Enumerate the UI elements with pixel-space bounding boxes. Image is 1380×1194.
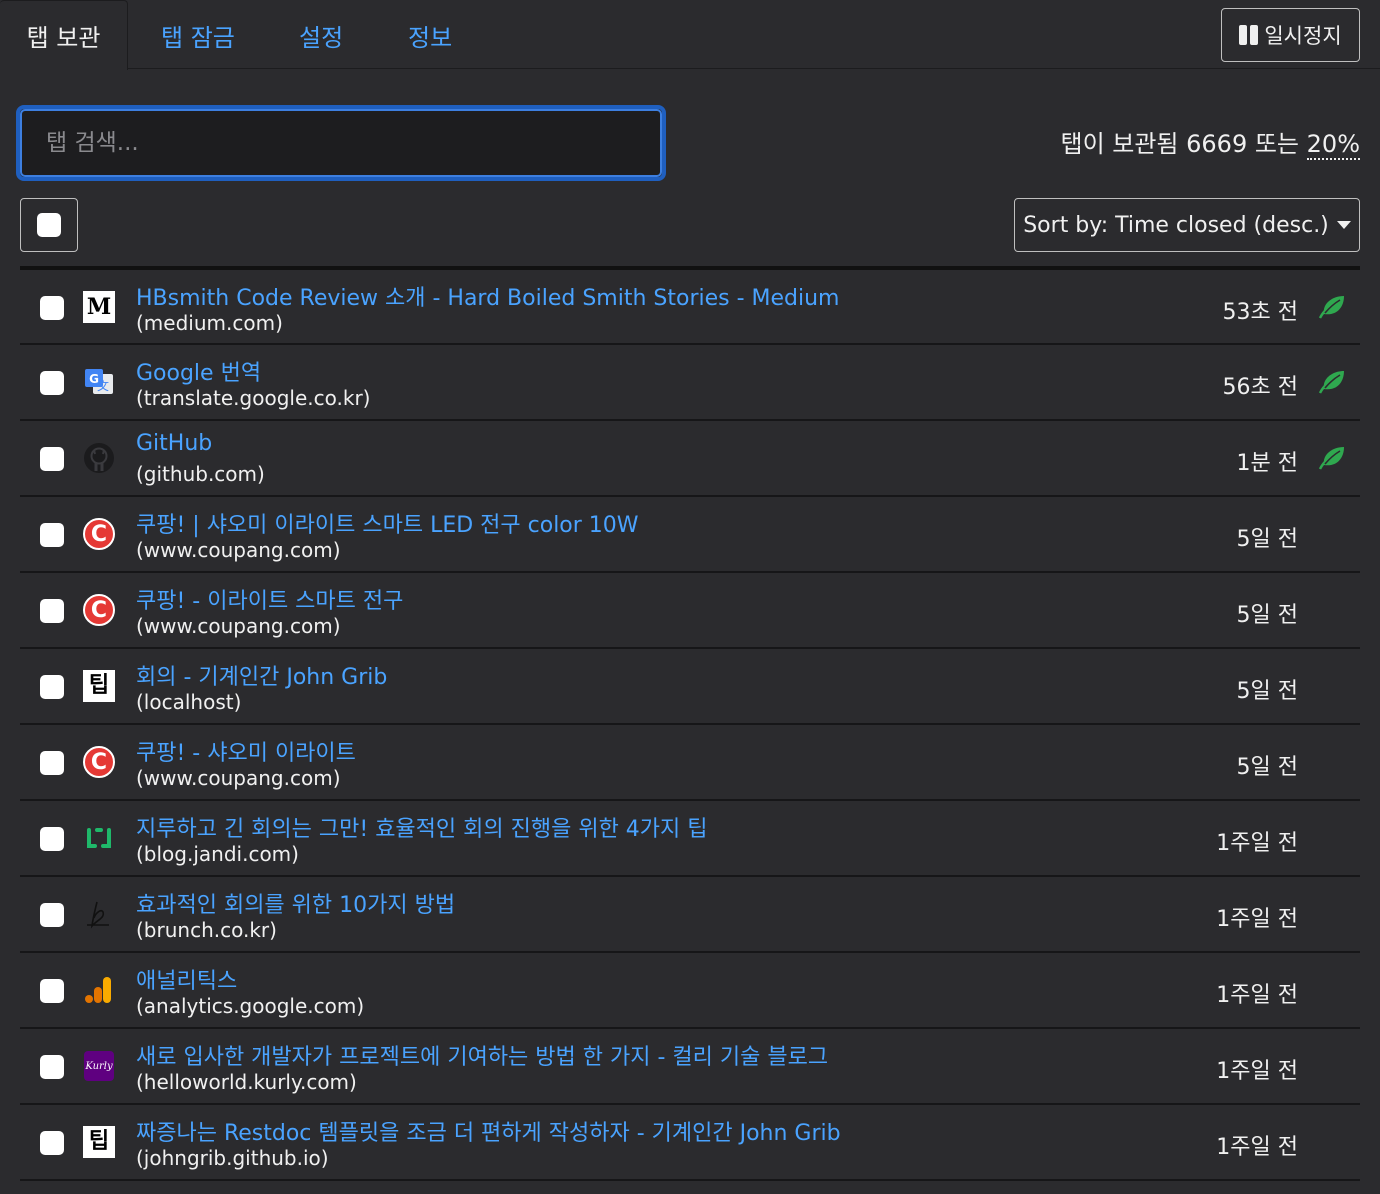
tab-settings[interactable]: 설정 — [299, 0, 343, 70]
row-checkbox[interactable] — [40, 1055, 64, 1079]
tab-row: 애널리틱스 (analytics.google.com) 1주일 전 — [20, 953, 1360, 1029]
kurly-icon: Kurly — [82, 1049, 116, 1083]
row-checkbox[interactable] — [40, 979, 64, 1003]
closed-time: 1주일 전 — [1216, 907, 1298, 932]
closed-time: 5일 전 — [1236, 603, 1298, 628]
row-checkbox[interactable] — [40, 296, 64, 320]
stash-count-prefix: 탭이 보관됨 6669 또는 — [1060, 130, 1300, 158]
tip-icon: 팁 — [82, 669, 116, 703]
jandi-icon — [82, 821, 116, 855]
tab-title-link[interactable]: 쿠팡! | 샤오미 이라이트 스마트 LED 전구 color 10W — [136, 507, 639, 539]
caret-down-icon — [1336, 221, 1351, 229]
tab-domain: (helloworld.kurly.com) — [136, 1070, 357, 1094]
tab-domain: (analytics.google.com) — [136, 994, 365, 1018]
row-checkbox[interactable] — [40, 1131, 64, 1155]
closed-time: 5일 전 — [1236, 679, 1298, 704]
row-checkbox[interactable] — [40, 903, 64, 927]
row-checkbox[interactable] — [40, 523, 64, 547]
tab-title-link[interactable]: 쿠팡! - 샤오미 이라이트 — [136, 735, 356, 767]
tab-row: 팁 회의 - 기계인간 John Grib (localhost) 5일 전 — [20, 649, 1360, 725]
select-all-checkbox[interactable] — [20, 198, 78, 252]
google-translate-icon: 文G — [82, 365, 116, 399]
brunch-icon — [82, 897, 116, 931]
pause-button-label: 일시정지 — [1264, 24, 1342, 48]
tab-domain: (blog.jandi.com) — [136, 842, 299, 866]
pause-icon — [1239, 25, 1259, 45]
closed-time: 1주일 전 — [1216, 1059, 1298, 1084]
tab-title-link[interactable]: 지루하고 긴 회의는 그만! 효율적인 회의 진행을 위한 4가지 팁 — [136, 811, 708, 843]
leaf-icon[interactable] — [1316, 445, 1346, 475]
tab-domain: (www.coupang.com) — [136, 766, 341, 790]
tab-domain: (github.com) — [136, 462, 265, 486]
row-checkbox[interactable] — [40, 371, 64, 395]
tab-lock[interactable]: 탭 잠금 — [161, 0, 235, 70]
row-checkbox[interactable] — [40, 675, 64, 699]
analytics-icon — [82, 973, 116, 1007]
tab-title-link[interactable]: 짜증나는 Restdoc 템플릿을 조금 더 편하게 작성하자 - 기계인간 J… — [136, 1115, 841, 1147]
tab-title-link[interactable]: 회의 - 기계인간 John Grib — [136, 659, 387, 691]
search-input[interactable] — [20, 109, 662, 177]
stash-percent: 20% — [1306, 130, 1360, 160]
tab-title-link[interactable]: 쿠팡! - 이라이트 스마트 전구 — [136, 583, 403, 615]
tab-domain: (www.coupang.com) — [136, 538, 341, 562]
closed-time: 56초 전 — [1222, 375, 1298, 400]
stash-count-text: 탭이 보관됨 6669 또는 20% — [1060, 124, 1360, 160]
tab-stash[interactable]: 탭 보관 — [0, 0, 128, 70]
coupang-icon: C — [82, 745, 116, 779]
closed-time: 1주일 전 — [1216, 1135, 1298, 1160]
closed-time: 5일 전 — [1236, 755, 1298, 780]
checkbox-box — [37, 213, 61, 237]
sort-label: Sort by: Time closed (desc.) — [1023, 212, 1329, 238]
svg-text:G: G — [89, 372, 99, 386]
github-icon — [82, 441, 116, 475]
row-checkbox[interactable] — [40, 599, 64, 623]
tab-domain: (johngrib.github.io) — [136, 1146, 329, 1170]
closed-time: 53초 전 — [1222, 300, 1298, 325]
row-checkbox[interactable] — [40, 447, 64, 471]
tab-row: Kurly 새로 입사한 개발자가 프로젝트에 기여하는 방법 한 가지 - 컬리… — [20, 1029, 1360, 1105]
coupang-icon: C — [82, 517, 116, 551]
search-field-focus-ring — [16, 105, 666, 181]
closed-time: 1분 전 — [1236, 451, 1298, 476]
tab-row: 지루하고 긴 회의는 그만! 효율적인 회의 진행을 위한 4가지 팁 (blog… — [20, 801, 1360, 877]
coupang-icon: C — [82, 593, 116, 627]
medium-icon: M — [82, 290, 116, 324]
tab-title-link[interactable]: Google 번역 — [136, 355, 261, 387]
tab-row: GitHub (github.com) 1분 전 — [20, 421, 1360, 497]
tab-row: M HBsmith Code Review 소개 - Hard Boiled Sm… — [20, 270, 1360, 345]
sort-dropdown[interactable]: Sort by: Time closed (desc.) — [1014, 198, 1360, 252]
tab-domain: (medium.com) — [136, 311, 283, 335]
row-checkbox[interactable] — [40, 827, 64, 851]
closed-time: 1주일 전 — [1216, 983, 1298, 1008]
tab-domain: (translate.google.co.kr) — [136, 386, 371, 410]
stashed-tab-list: M HBsmith Code Review 소개 - Hard Boiled Sm… — [20, 270, 1360, 1181]
tab-row: 文 G Google 번역 (translate.google.co.kr) 56초 전 — [20, 345, 1360, 421]
closed-time: 5일 전 — [1236, 527, 1298, 552]
leaf-icon[interactable] — [1316, 294, 1346, 324]
tab-row: C 쿠팡! | 샤오미 이라이트 스마트 LED 전구 color 10W (www… — [20, 497, 1360, 573]
tab-domain: (brunch.co.kr) — [136, 918, 277, 942]
tab-title-link[interactable]: HBsmith Code Review 소개 - Hard Boiled Smi… — [136, 280, 840, 312]
tab-title-link[interactable]: 애널리틱스 — [136, 963, 237, 995]
tab-title-link[interactable]: GitHub — [136, 431, 212, 456]
tab-domain: (www.coupang.com) — [136, 614, 341, 638]
tab-bar: 탭 보관 탭 잠금 설정 정보 일시정지 — [0, 0, 1380, 70]
tip-icon: 팁 — [82, 1125, 116, 1159]
closed-time: 1주일 전 — [1216, 831, 1298, 856]
tab-title-link[interactable]: 효과적인 회의를 위한 10가지 방법 — [136, 887, 455, 919]
tab-title-link[interactable]: 새로 입사한 개발자가 프로젝트에 기여하는 방법 한 가지 - 컬리 기술 블… — [136, 1039, 828, 1071]
tab-about[interactable]: 정보 — [408, 0, 452, 70]
pause-button[interactable]: 일시정지 — [1221, 8, 1360, 62]
tab-row: C 쿠팡! - 샤오미 이라이트 (www.coupang.com) 5일 전 — [20, 725, 1360, 801]
tab-domain: (localhost) — [136, 690, 242, 714]
tab-row: 팁 짜증나는 Restdoc 템플릿을 조금 더 편하게 작성하자 - 기계인간 … — [20, 1105, 1360, 1181]
tab-row: C 쿠팡! - 이라이트 스마트 전구 (www.coupang.com) 5일 전 — [20, 573, 1360, 649]
row-checkbox[interactable] — [40, 751, 64, 775]
tab-row: 효과적인 회의를 위한 10가지 방법 (brunch.co.kr) 1주일 전 — [20, 877, 1360, 953]
leaf-icon[interactable] — [1316, 369, 1346, 399]
